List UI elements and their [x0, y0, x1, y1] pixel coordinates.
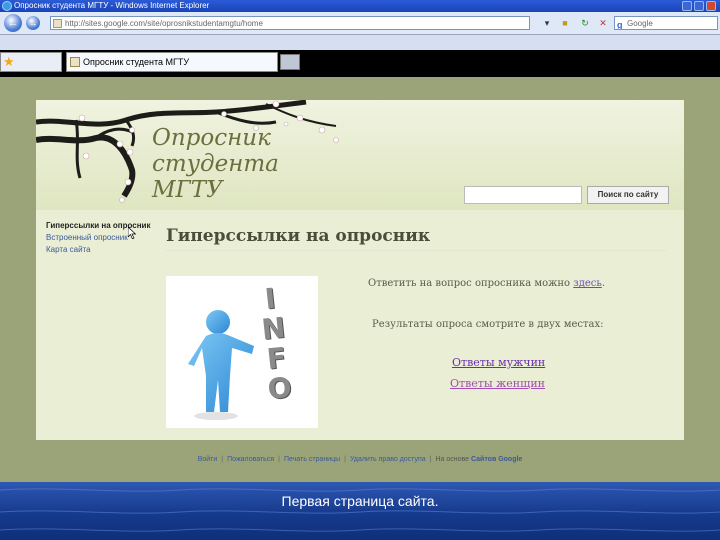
tab-title: Опросник студента МГТУ	[83, 57, 190, 67]
answer-period: .	[601, 278, 606, 289]
site-title-line-2: студента	[152, 151, 279, 177]
page-title: Гиперссылки на опросник	[166, 226, 431, 246]
footer-google-sites-link[interactable]: Сайтов Google	[471, 456, 522, 463]
star-icon: ★	[3, 54, 15, 69]
slide-footer: Первая страница сайта.	[0, 482, 720, 540]
forward-button[interactable]: →	[26, 16, 40, 30]
page-viewport: Опросник студента МГТУ Поиск по сайту Ги…	[0, 77, 720, 482]
slide-caption: Первая страница сайта.	[281, 493, 439, 509]
sidebar-item-current[interactable]: Гиперссылки на опросник	[46, 220, 156, 232]
sidebar: Гиперссылки на опросник Встроенный опрос…	[46, 220, 156, 256]
stop-icon[interactable]: ✕	[596, 16, 610, 30]
water-texture-icon	[0, 488, 720, 532]
window-title: Опросник студента МГТУ - Windows Interne…	[14, 1, 210, 10]
footer-login-link[interactable]: Войти	[198, 456, 218, 463]
answer-paragraph: Ответить на вопрос опросника можно здесь…	[368, 278, 605, 289]
tab-favicon-icon	[70, 57, 80, 67]
lock-icon[interactable]: ■	[558, 16, 572, 30]
sidebar-item-embedded-survey[interactable]: Встроенный опросник	[46, 233, 128, 242]
site-search-button[interactable]: Поиск по сайту	[587, 186, 669, 204]
footer-separator: |	[429, 456, 432, 463]
site-title-line-3: МГТУ	[152, 177, 223, 203]
dropdown-icon[interactable]: ▾	[540, 16, 554, 30]
maximize-icon[interactable]	[694, 1, 704, 11]
footer-powered-by: На основе	[435, 456, 470, 463]
heading-divider	[166, 250, 666, 251]
men-answers-line: Ответы мужчин	[452, 356, 545, 369]
address-bar: ← → http://sites.google.com/site/oprosni…	[0, 12, 720, 35]
sidebar-item-sitemap[interactable]: Карта сайта	[46, 245, 91, 254]
footer-print-link[interactable]: Печать страницы	[284, 456, 340, 463]
site-header: Опросник студента МГТУ Поиск по сайту	[36, 100, 684, 210]
google-icon: g	[617, 20, 623, 30]
forward-arrow-icon: →	[28, 18, 38, 28]
site-search-input[interactable]	[464, 186, 582, 204]
favorites-button[interactable]: ★	[0, 52, 62, 72]
browser-search-text: Google	[627, 19, 653, 28]
answer-text: Ответить на вопрос опросника можно	[368, 278, 571, 289]
minimize-icon[interactable]	[682, 1, 692, 11]
mouse-cursor-icon	[128, 227, 136, 239]
url-input[interactable]: http://sites.google.com/site/oprosnikstu…	[50, 16, 530, 30]
women-answers-line: Ответы женщин	[450, 377, 545, 390]
back-button[interactable]: ←	[4, 14, 22, 32]
tab-opros[interactable]: Опросник студента МГТУ	[66, 52, 278, 72]
tab-row: ★ Опросник студента МГТУ	[0, 50, 720, 77]
site-footer: Войти | Пожаловаться | Печать страницы | Удали…	[0, 456, 720, 463]
ie-logo-icon	[2, 1, 12, 11]
site-container: Опросник студента МГТУ Поиск по сайту Ги…	[36, 100, 684, 440]
browser-search-input[interactable]: g Google	[614, 16, 718, 30]
site-title[interactable]: Опросник студента МГТУ	[152, 125, 352, 203]
close-icon[interactable]	[706, 1, 716, 11]
footer-remove-access-link[interactable]: Удалить право доступа	[350, 456, 426, 463]
info-figure-icon	[188, 310, 254, 420]
new-tab-button[interactable]	[280, 54, 300, 70]
women-answers-link[interactable]: Ответы женщин	[450, 377, 545, 390]
page-favicon-icon	[53, 19, 62, 28]
info-illustration: INFO	[166, 276, 318, 428]
menu-bar	[0, 35, 720, 50]
footer-separator: |	[278, 456, 280, 463]
footer-separator: |	[221, 456, 224, 463]
footer-separator: |	[344, 456, 346, 463]
site-title-line-1: Опросник	[152, 125, 271, 151]
answer-here-link[interactable]: здесь	[573, 278, 602, 289]
footer-report-link[interactable]: Пожаловаться	[227, 456, 274, 463]
back-arrow-icon: ←	[7, 17, 19, 29]
men-answers-link[interactable]: Ответы мужчин	[452, 356, 545, 369]
browser-title-bar: Опросник студента МГТУ - Windows Interne…	[0, 0, 720, 12]
refresh-icon[interactable]: ↻	[578, 16, 592, 30]
url-text: http://sites.google.com/site/oprosnikstu…	[65, 19, 263, 28]
results-paragraph: Результаты опроса смотрите в двух местах…	[372, 319, 604, 330]
